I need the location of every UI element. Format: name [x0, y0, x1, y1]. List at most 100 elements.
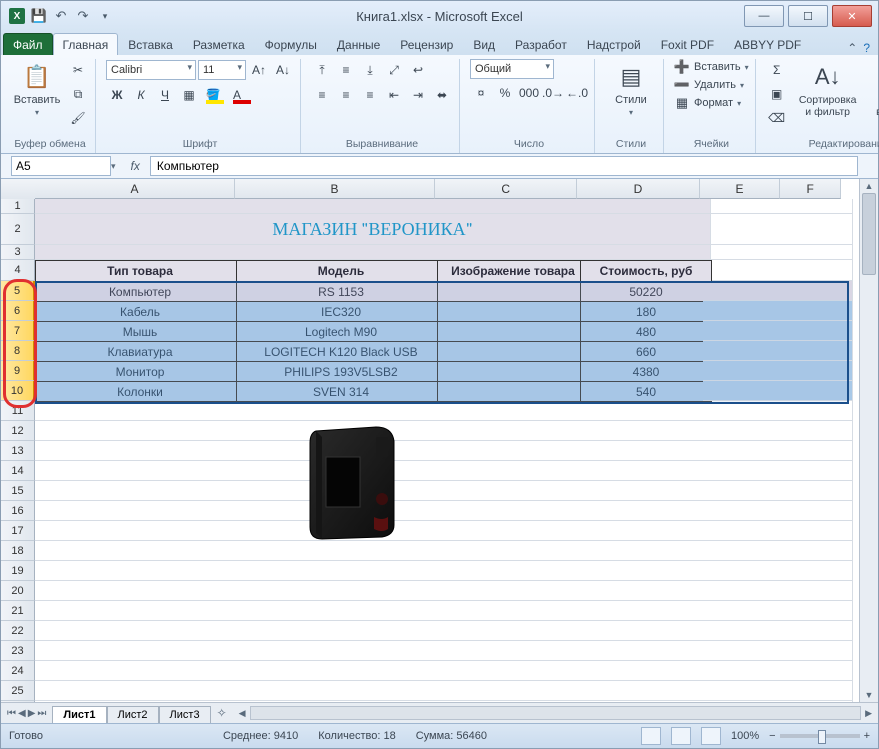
row-header-3[interactable]: 3: [1, 245, 35, 260]
cell-C18[interactable]: [437, 541, 588, 561]
currency-icon[interactable]: ¤: [470, 82, 492, 104]
cell-C6[interactable]: [437, 301, 589, 322]
maximize-button[interactable]: ☐: [788, 5, 828, 27]
row-header-10[interactable]: 10: [1, 381, 35, 401]
cell-D13[interactable]: [580, 441, 711, 461]
row-header-1[interactable]: 1: [1, 199, 35, 214]
find-select-button[interactable]: 🔍 Найти и выделить: [868, 59, 879, 121]
cell-A4[interactable]: Тип товара: [35, 260, 245, 282]
zoom-level[interactable]: 100%: [731, 730, 759, 742]
cell-D16[interactable]: [580, 501, 711, 521]
cell-F2[interactable]: [784, 214, 853, 245]
cell-A1[interactable]: [35, 199, 244, 214]
cell-F3[interactable]: [784, 245, 853, 260]
cell-A26[interactable]: [35, 701, 244, 702]
cell-E16[interactable]: [703, 501, 792, 521]
column-header-F[interactable]: F: [780, 179, 841, 199]
cell-F8[interactable]: [784, 341, 853, 361]
styles-button[interactable]: ▤ Стили▾: [605, 59, 657, 120]
cell-B20[interactable]: [236, 581, 445, 601]
decrease-indent-icon[interactable]: ⇤: [383, 84, 405, 106]
row-header-7[interactable]: 7: [1, 321, 35, 341]
paste-button[interactable]: 📋 Вставить ▾: [11, 59, 63, 120]
autosum-icon[interactable]: Σ: [766, 59, 788, 81]
cell-C8[interactable]: [437, 341, 589, 362]
row-header-16[interactable]: 16: [1, 501, 35, 521]
comma-icon[interactable]: 000: [518, 82, 540, 104]
cell-D18[interactable]: [580, 541, 711, 561]
cell-A21[interactable]: [35, 601, 244, 621]
namebox-dropdown-icon[interactable]: ▾: [111, 161, 116, 172]
cell-D22[interactable]: [580, 621, 711, 641]
cell-C7[interactable]: [437, 321, 589, 342]
cell-F15[interactable]: [784, 481, 853, 501]
font-name-combo[interactable]: Calibri: [106, 60, 196, 80]
merge-cells-icon[interactable]: ⬌: [431, 84, 453, 106]
cell-B25[interactable]: [236, 681, 445, 701]
cell-F16[interactable]: [784, 501, 853, 521]
cell-F13[interactable]: [784, 441, 853, 461]
cell-C19[interactable]: [437, 561, 588, 581]
cell-A11[interactable]: [35, 401, 244, 421]
cell-F24[interactable]: [784, 661, 853, 681]
cell-C1[interactable]: [437, 199, 588, 214]
cell-F22[interactable]: [784, 621, 853, 641]
sheet-nav-first-icon[interactable]: ⏮: [7, 708, 16, 719]
row-header-18[interactable]: 18: [1, 541, 35, 561]
increase-font-icon[interactable]: A↑: [248, 59, 270, 81]
cell-A25[interactable]: [35, 681, 244, 701]
cell-E17[interactable]: [703, 521, 792, 541]
underline-button[interactable]: Ч: [154, 84, 176, 106]
cell-C12[interactable]: [437, 421, 588, 441]
row-header-5[interactable]: 5: [1, 281, 35, 301]
cell-E15[interactable]: [703, 481, 792, 501]
scroll-up-icon[interactable]: ▲: [865, 181, 874, 191]
cell-A12[interactable]: [35, 421, 244, 441]
tab-formulas[interactable]: Формулы: [255, 33, 327, 55]
cell-D10[interactable]: 540: [580, 381, 712, 402]
tab-abbyy[interactable]: ABBYY PDF: [724, 33, 811, 55]
cell-A22[interactable]: [35, 621, 244, 641]
sheet-tab-2[interactable]: Лист2: [107, 706, 159, 723]
cell-C13[interactable]: [437, 441, 588, 461]
row-header-25[interactable]: 25: [1, 681, 35, 701]
row-header-21[interactable]: 21: [1, 601, 35, 621]
cell-C16[interactable]: [437, 501, 588, 521]
row-header-15[interactable]: 15: [1, 481, 35, 501]
cell-D20[interactable]: [580, 581, 711, 601]
cell-C23[interactable]: [437, 641, 588, 661]
row-header-9[interactable]: 9: [1, 361, 35, 381]
sheet-tab-3[interactable]: Лист3: [159, 706, 211, 723]
cell-D14[interactable]: [580, 461, 711, 481]
zoom-out-icon[interactable]: −: [769, 730, 775, 742]
cell-D25[interactable]: [580, 681, 711, 701]
cell-C24[interactable]: [437, 661, 588, 681]
view-pagebreak-icon[interactable]: [701, 727, 721, 745]
cell-A6[interactable]: Кабель: [35, 301, 245, 322]
cell-E25[interactable]: [703, 681, 792, 701]
cell-E12[interactable]: [703, 421, 792, 441]
cell-D21[interactable]: [580, 601, 711, 621]
border-icon[interactable]: ▦: [178, 84, 200, 106]
decrease-decimal-icon[interactable]: ←.0: [566, 82, 588, 104]
fx-icon[interactable]: fx: [131, 159, 140, 173]
cell-F1[interactable]: [784, 199, 853, 214]
cell-B26[interactable]: [236, 701, 445, 702]
select-all-corner[interactable]: [1, 179, 36, 200]
cell-D19[interactable]: [580, 561, 711, 581]
delete-cells-button[interactable]: ➖Удалить▾: [674, 77, 744, 93]
cell-C15[interactable]: [437, 481, 588, 501]
tab-layout[interactable]: Разметка: [183, 33, 255, 55]
cell-F12[interactable]: [784, 421, 853, 441]
tab-addins[interactable]: Надстрой: [577, 33, 651, 55]
orientation-icon[interactable]: ⤢: [383, 59, 405, 81]
cell-D6[interactable]: 180: [580, 301, 712, 322]
cell-B3[interactable]: [236, 245, 445, 260]
wrap-text-icon[interactable]: ↩: [407, 59, 429, 81]
cell-F19[interactable]: [784, 561, 853, 581]
cell-C11[interactable]: [437, 401, 588, 421]
cell-C22[interactable]: [437, 621, 588, 641]
row-header-17[interactable]: 17: [1, 521, 35, 541]
cell-B22[interactable]: [236, 621, 445, 641]
cell-E2[interactable]: [703, 214, 792, 245]
